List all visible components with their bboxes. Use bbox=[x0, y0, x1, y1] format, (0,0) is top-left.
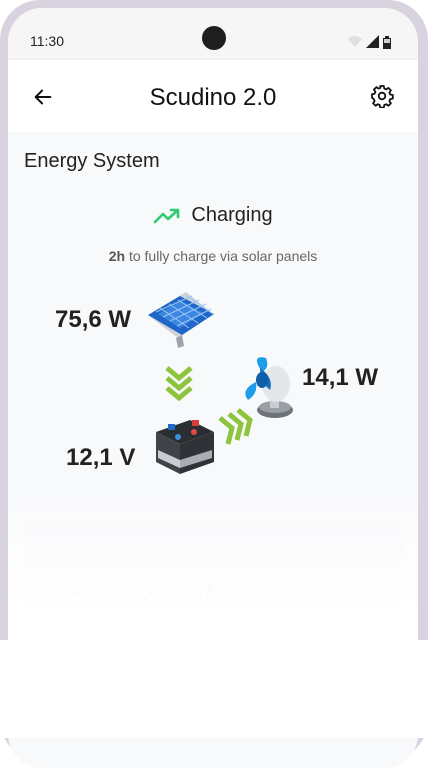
app-bar: Scudino 2.0 bbox=[8, 60, 418, 132]
solar-power-value: 75,6 W bbox=[55, 306, 132, 333]
page-title: Scudino 2.0 bbox=[149, 84, 277, 111]
wifi-icon bbox=[348, 36, 362, 47]
camera-cutout bbox=[202, 26, 226, 50]
solar-panel-icon bbox=[148, 292, 214, 348]
status-time: 11:30 bbox=[30, 33, 64, 49]
load-power-value: 14,1 W bbox=[302, 364, 379, 391]
battery-voltage-value: 12,1 V bbox=[66, 444, 136, 471]
car-battery-icon bbox=[156, 420, 214, 474]
signal-icon bbox=[366, 35, 379, 48]
gear-icon[interactable] bbox=[370, 84, 394, 108]
status-icons bbox=[348, 35, 391, 49]
bottom-whitespace bbox=[0, 640, 428, 738]
battery-icon bbox=[383, 36, 391, 49]
status-bar: 11:30 bbox=[8, 8, 418, 60]
phone-device: 11:30 Scudino 2.0 Energy System Charging… bbox=[0, 0, 428, 768]
fan-icon bbox=[245, 357, 293, 418]
diagonal-chevrons-icon bbox=[218, 408, 253, 445]
down-chevrons-icon bbox=[165, 366, 193, 402]
